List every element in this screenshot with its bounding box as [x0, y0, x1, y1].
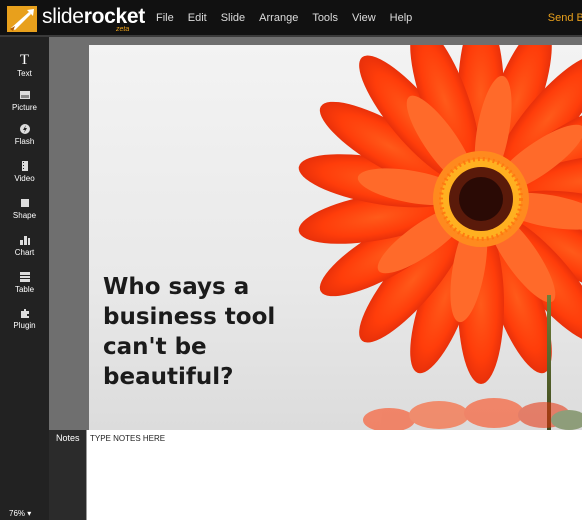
notes-sidebar: [49, 430, 86, 520]
app-logo-text: sliderocket: [42, 6, 145, 28]
tool-text-label: Text: [17, 69, 32, 78]
slide-title-text[interactable]: Who says a business tool can't be beauti…: [103, 272, 303, 392]
notes-placeholder: TYPE NOTES HERE: [90, 434, 166, 443]
rocket-logo-icon: [7, 6, 37, 32]
chart-icon: [19, 236, 30, 245]
menu-tools[interactable]: Tools: [312, 12, 338, 25]
tool-flash[interactable]: Flash: [0, 123, 49, 146]
zoom-dropdown[interactable]: 76% ▾: [9, 509, 31, 518]
tool-picture-label: Picture: [12, 103, 37, 112]
canvas-background: [49, 37, 582, 45]
send-button[interactable]: Send Bu: [548, 12, 582, 24]
picture-icon: [19, 91, 30, 99]
plugin-icon: [20, 309, 29, 318]
video-icon: [21, 161, 28, 171]
tool-plugin[interactable]: Plugin: [0, 307, 49, 330]
menu-view[interactable]: View: [352, 12, 376, 25]
menu-edit[interactable]: Edit: [188, 12, 207, 25]
menu-arrange[interactable]: Arrange: [259, 12, 298, 25]
tool-plugin-label: Plugin: [13, 321, 36, 330]
tool-shape-label: Shape: [12, 211, 37, 220]
tool-picture[interactable]: Picture: [0, 89, 49, 112]
shape-icon: [20, 199, 29, 207]
tool-chart-label: Chart: [14, 248, 35, 257]
edition-label: zeta: [116, 26, 130, 33]
logo-bold: rocket: [83, 5, 146, 28]
table-icon: [19, 272, 30, 282]
tool-video[interactable]: Video: [0, 160, 49, 183]
notes-label: Notes: [56, 433, 80, 443]
tool-table[interactable]: Table: [0, 271, 49, 294]
top-bar: sliderocket zeta File Edit Slide Arrange…: [0, 0, 582, 37]
tool-text[interactable]: T Text: [0, 52, 49, 79]
menu-help[interactable]: Help: [390, 12, 413, 25]
menu-file[interactable]: File: [156, 12, 174, 25]
insert-toolbar: T Text Picture Flash Video Shape Chart T…: [0, 37, 49, 520]
tool-shape[interactable]: Shape: [0, 197, 49, 220]
slide-gutter: [49, 37, 89, 430]
menu-bar: File Edit Slide Arrange Tools View Help: [156, 12, 426, 25]
tool-chart[interactable]: Chart: [0, 234, 49, 257]
tool-flash-label: Flash: [14, 137, 35, 146]
flash-icon: [19, 124, 30, 134]
menu-slide[interactable]: Slide: [221, 12, 245, 25]
slide-canvas[interactable]: Who says a business tool can't be beauti…: [89, 45, 582, 430]
logo-light: slide: [42, 5, 84, 28]
tool-video-label: Video: [14, 174, 35, 183]
tool-table-label: Table: [14, 285, 35, 294]
notes-input[interactable]: TYPE NOTES HERE: [86, 430, 582, 520]
text-T-icon: T: [19, 52, 30, 68]
